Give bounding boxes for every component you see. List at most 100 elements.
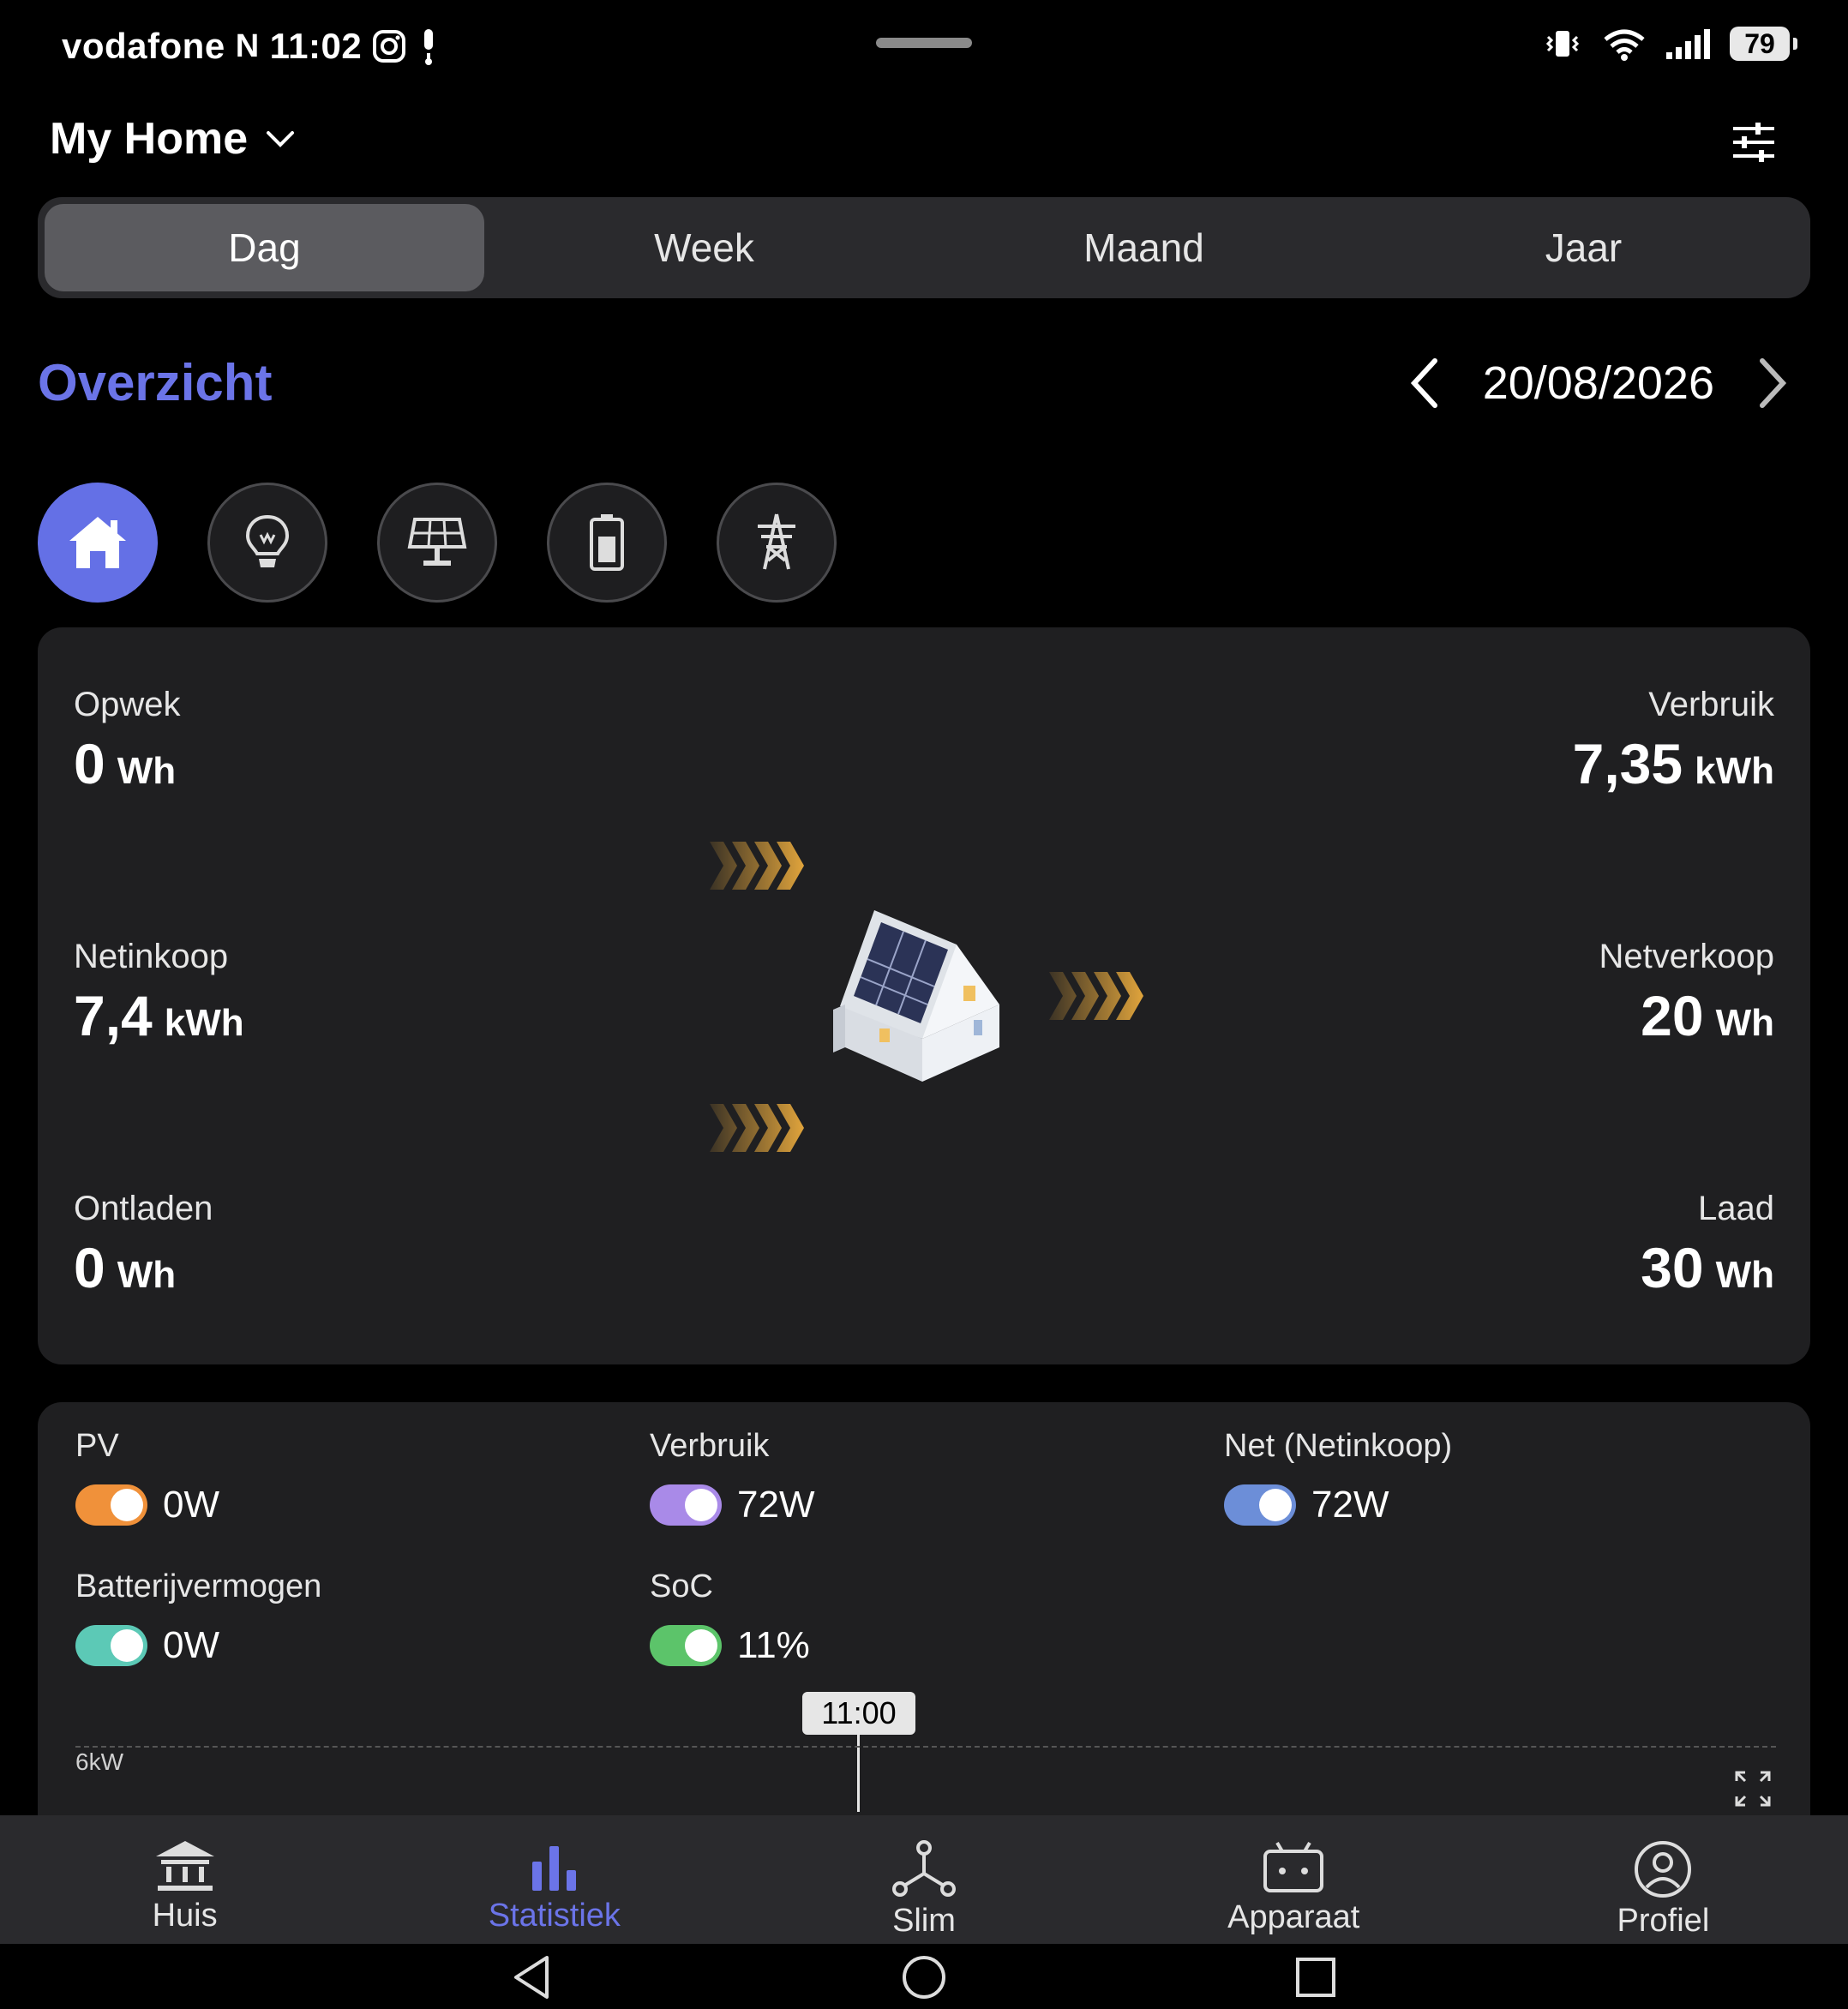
date-navigator: 20/08/2026 <box>1401 353 1797 413</box>
power-verbruik: Verbruik 72W <box>650 1428 814 1526</box>
expand-icon[interactable] <box>1733 1769 1773 1808</box>
nav-huis[interactable]: Huis <box>0 1815 369 1944</box>
metric-label: Netverkoop <box>1599 938 1774 975</box>
metric-value: 7,35 kWh <box>1572 732 1774 795</box>
power-net: Net (Netinkoop) 72W <box>1224 1428 1452 1526</box>
bank-icon <box>155 1841 214 1891</box>
power-value: 72W <box>737 1484 815 1526</box>
carrier-label: vodafone <box>62 26 225 66</box>
category-grid[interactable] <box>717 483 837 603</box>
nav-statistiek[interactable]: Statistiek <box>369 1815 739 1944</box>
overview-title: Overzicht <box>38 354 273 411</box>
flow-arrow-right <box>1049 972 1143 1020</box>
metric-value: 0 Wh <box>74 732 177 795</box>
power-value: 0W <box>163 1624 219 1666</box>
settings-sliders-icon[interactable] <box>1728 117 1779 168</box>
chart-y-max-label: 6kW <box>75 1748 123 1775</box>
drag-handle[interactable] <box>876 38 972 48</box>
category-solar[interactable] <box>377 483 497 603</box>
battery-icon <box>590 514 624 571</box>
metric-value: 30 Wh <box>1641 1236 1774 1299</box>
power-pv: PV 0W <box>75 1428 219 1526</box>
vibrate-icon <box>1545 31 1580 57</box>
chevron-left-icon <box>1410 358 1437 408</box>
metric-value: 7,4 kWh <box>74 984 244 1047</box>
power-batterij: Batterijvermogen 0W <box>75 1568 321 1667</box>
batterij-toggle[interactable] <box>75 1625 147 1666</box>
power-label: Net (Netinkoop) <box>1224 1428 1453 1464</box>
power-label: SoC <box>650 1568 713 1604</box>
power-soc: SoC 11% <box>650 1568 810 1667</box>
power-label: PV <box>75 1428 119 1464</box>
power-value: 11% <box>737 1624 810 1666</box>
back-icon[interactable] <box>509 1954 555 2000</box>
metric-netverkoop: Netverkoop 20 Wh <box>1599 938 1774 1048</box>
flow-arrow-bottom <box>710 1104 804 1152</box>
chevron-down-icon <box>267 131 295 147</box>
pylon-icon <box>758 513 795 570</box>
power-label: Verbruik <box>650 1428 770 1464</box>
instagram-icon <box>373 30 406 63</box>
tab-week[interactable]: Week <box>484 204 924 291</box>
metric-ontladen: Ontladen 0 Wh <box>74 1190 213 1300</box>
wifi-icon <box>1604 29 1645 61</box>
power-label: Batterijvermogen <box>75 1568 322 1604</box>
pv-toggle[interactable] <box>75 1484 147 1526</box>
nfc-badge: N <box>235 27 260 64</box>
category-consumption[interactable] <box>207 483 327 603</box>
power-value: 72W <box>1311 1484 1389 1526</box>
solar-panel-icon <box>407 518 467 566</box>
signal-icon <box>1666 29 1710 59</box>
energy-flow-card: Opwek 0 Wh Verbruik 7,35 kWh Netinkoop 7,4… <box>38 627 1810 1364</box>
nav-label: Huis <box>152 1898 218 1934</box>
period-tabs: Dag Week Maand Jaar <box>38 197 1810 298</box>
battery-indicator: 79 <box>1730 27 1797 61</box>
status-bar: vodafone N 11:02 79 <box>0 0 1848 94</box>
home-selector[interactable]: My Home <box>50 113 297 165</box>
previous-date-button[interactable] <box>1401 353 1449 413</box>
net-toggle[interactable] <box>1224 1484 1296 1526</box>
nav-label: Slim <box>892 1903 956 1939</box>
verbruik-toggle[interactable] <box>650 1484 722 1526</box>
nav-slim[interactable]: Slim <box>739 1815 1108 1944</box>
nav-label: Apparaat <box>1227 1899 1360 1935</box>
tab-maand[interactable]: Maand <box>924 204 1364 291</box>
device-icon <box>1263 1841 1324 1892</box>
home-title: My Home <box>50 114 249 164</box>
current-date[interactable]: 20/08/2026 <box>1483 357 1714 410</box>
profile-icon <box>1635 1841 1692 1898</box>
soc-toggle[interactable] <box>650 1625 722 1666</box>
nav-label: Statistiek <box>488 1898 621 1934</box>
network-icon <box>892 1840 956 1897</box>
chart-cursor-time: 11:00 <box>802 1692 915 1735</box>
metric-label: Ontladen <box>74 1190 213 1227</box>
power-value: 0W <box>163 1484 219 1526</box>
metric-value: 0 Wh <box>74 1236 177 1299</box>
next-date-button[interactable] <box>1749 353 1797 413</box>
recents-icon[interactable] <box>1293 1954 1339 2000</box>
tab-dag[interactable]: Dag <box>45 204 484 291</box>
category-filter <box>38 483 837 603</box>
metric-laad: Laad 30 Wh <box>1641 1190 1774 1300</box>
category-home[interactable] <box>38 483 158 603</box>
status-left: vodafone N 11:02 <box>62 26 441 67</box>
nav-label: Profiel <box>1617 1903 1710 1939</box>
metric-value: 20 Wh <box>1641 984 1774 1047</box>
home-circle-icon[interactable] <box>901 1954 947 2000</box>
flow-arrow-top <box>710 842 804 890</box>
home-icon <box>69 517 126 568</box>
bottom-navigation: Huis Statistiek Slim Apparaat Profiel <box>0 1815 1848 1944</box>
tab-jaar[interactable]: Jaar <box>1364 204 1803 291</box>
house-illustration <box>833 910 999 1082</box>
nav-profiel[interactable]: Profiel <box>1479 1815 1848 1944</box>
nav-apparaat[interactable]: Apparaat <box>1109 1815 1479 1944</box>
bar-chart-icon <box>531 1846 576 1891</box>
metric-label: Opwek <box>74 686 181 723</box>
microphone-icon <box>424 29 434 65</box>
metric-verbruik: Verbruik 7,35 kWh <box>1573 686 1774 796</box>
category-battery[interactable] <box>547 483 667 603</box>
metric-label: Verbruik <box>1648 686 1774 723</box>
system-navigation-bar <box>0 1944 1848 2009</box>
metric-label: Netinkoop <box>74 938 229 975</box>
status-right: 79 <box>1541 26 1797 62</box>
